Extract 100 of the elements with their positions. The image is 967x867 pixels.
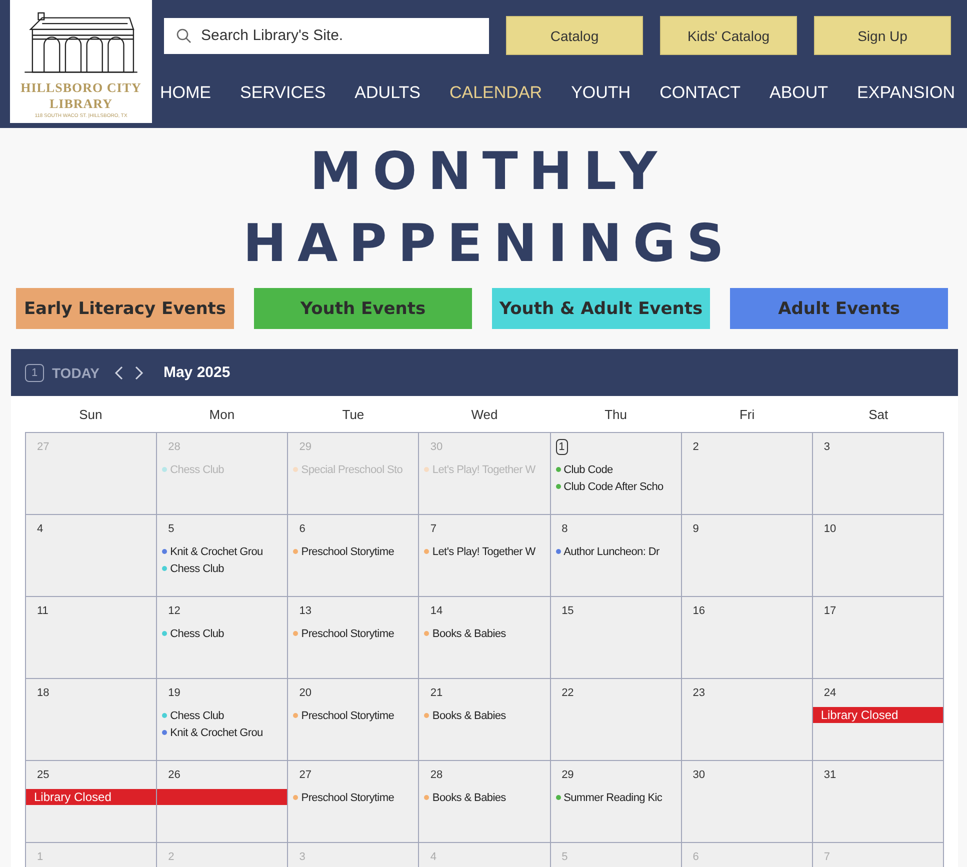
day-cell[interactable]: 23 — [682, 679, 813, 761]
day-cell[interactable]: 11 — [26, 597, 158, 679]
closure-banner[interactable]: Library Closed — [26, 789, 156, 805]
event-title[interactable]: Preschool Storytime — [301, 546, 394, 558]
day-cell[interactable]: 17 — [812, 597, 944, 679]
day-cell[interactable]: 26 — [157, 761, 288, 843]
event-title[interactable]: Summer Reading Kic — [564, 792, 662, 804]
header-button[interactable]: Sign Up — [814, 16, 951, 55]
day-number: 28 — [167, 440, 182, 455]
day-cell[interactable]: 6 Preschool Storytime — [288, 515, 420, 597]
weekday-label: Fri — [738, 406, 756, 422]
day-number: 1 — [36, 850, 44, 865]
event-title[interactable]: Knit & Crochet Grou — [170, 726, 263, 738]
day-cell[interactable]: 4 — [26, 515, 158, 597]
event-title[interactable]: Chess Club — [170, 710, 224, 722]
day-cell[interactable]: 16 — [682, 597, 813, 679]
day-number: 20 — [298, 686, 313, 701]
day-number: 2 — [167, 850, 176, 865]
day-number: 3 — [298, 850, 306, 865]
nav-link[interactable]: ABOUT — [769, 83, 828, 103]
day-number: 9 — [692, 522, 700, 537]
day-number: 5 — [167, 522, 176, 537]
category-button[interactable]: Youth & Adult Events — [492, 288, 710, 329]
day-number: 30 — [692, 768, 706, 783]
day-cell[interactable]: 1 Club Code Club Code After Scho — [550, 433, 682, 515]
day-cell[interactable]: 7 Let's Play! Together W — [419, 515, 551, 597]
event-title[interactable]: Club Code After Scho — [564, 480, 664, 492]
today-button[interactable]: TODAY — [52, 364, 100, 380]
day-number: 4 — [429, 850, 438, 865]
day-cell[interactable]: 25 Library Closed — [26, 761, 158, 843]
event-title[interactable]: Club Code — [564, 464, 613, 476]
day-cell[interactable]: 27 Preschool Storytime — [288, 761, 420, 843]
day-cell[interactable]: 3 — [812, 433, 944, 515]
nav-link[interactable]: EXPANSION — [857, 83, 955, 103]
day-number: 13 — [298, 604, 313, 619]
event-title[interactable]: Preschool Storytime — [301, 710, 394, 722]
month-label: May 2025 — [163, 364, 230, 381]
day-cell[interactable]: 15 — [550, 597, 682, 679]
nav-link[interactable]: HOME — [160, 83, 211, 103]
day-cell[interactable]: 20 Preschool Storytime — [288, 679, 420, 761]
event-title[interactable]: Books & Babies — [432, 792, 506, 804]
event-title[interactable]: Preschool Storytime — [301, 628, 394, 640]
event-title[interactable]: Chess Club — [170, 628, 224, 640]
event-title[interactable]: Books & Babies — [432, 710, 506, 722]
day-cell[interactable]: 10 — [812, 515, 944, 597]
day-number: 18 — [36, 686, 50, 701]
search-icon — [176, 28, 192, 44]
day-cell[interactable]: 18 — [26, 679, 158, 761]
day-cell[interactable]: 5 Knit & Crochet Grou Chess Club — [157, 515, 288, 597]
category-button[interactable]: Adult Events — [730, 288, 948, 329]
day-cell[interactable]: 31 — [812, 761, 944, 843]
header-button[interactable]: Kids' Catalog — [660, 16, 797, 55]
closure-banner[interactable]: Library Closed — [812, 707, 943, 723]
nav-link[interactable]: CONTACT — [660, 83, 740, 103]
event-title[interactable]: Knit & Crochet Grou — [170, 546, 263, 558]
day-number: 8 — [560, 522, 569, 537]
category-button[interactable]: Youth Events — [254, 288, 472, 329]
nav-link[interactable]: SERVICES — [240, 83, 326, 103]
search-field[interactable]: Search Library's Site. — [164, 18, 489, 54]
page-title: HAPPENINGS — [242, 213, 736, 276]
day-cell[interactable]: 29 Summer Reading Kic — [550, 761, 682, 843]
day-number: 7 — [822, 850, 831, 865]
day-cell[interactable]: 9 — [682, 515, 813, 597]
event-title[interactable]: Books & Babies — [432, 628, 506, 640]
weekday-label: Mon — [208, 406, 236, 422]
day-cell[interactable]: 12 Chess Club — [157, 597, 288, 679]
day-number: 24 — [822, 686, 838, 701]
day-cell[interactable]: 13 Preschool Storytime — [288, 597, 420, 679]
day-cell[interactable]: 2 — [682, 433, 813, 515]
day-number: 16 — [692, 604, 706, 619]
next-icon[interactable] — [133, 364, 146, 380]
day-cell[interactable]: 21 Books & Babies — [419, 679, 551, 761]
today-icon[interactable]: 1 — [25, 364, 44, 382]
event-title[interactable]: Chess Club — [170, 562, 224, 574]
day-cell[interactable]: 14 Books & Babies — [419, 597, 551, 679]
weekday-label: Tue — [341, 406, 366, 422]
nav-link[interactable]: CALENDAR — [449, 83, 542, 103]
event-title[interactable]: Preschool Storytime — [301, 792, 394, 804]
nav-link[interactable]: YOUTH — [571, 83, 631, 103]
day-cell[interactable]: 19 Chess Club Knit & Crochet Grou — [157, 679, 288, 761]
header-button[interactable]: Catalog — [506, 16, 643, 55]
day-number: 6 — [298, 522, 306, 537]
day-number: 25 — [36, 768, 50, 783]
day-number: 28 — [429, 768, 444, 783]
day-number: 11 — [36, 604, 50, 619]
day-cell[interactable]: 24 Library Closed — [812, 679, 944, 761]
day-cell[interactable]: 8 Author Luncheon: Dr — [550, 515, 682, 597]
nav-link[interactable]: ADULTS — [354, 83, 420, 103]
event-title[interactable]: Let's Play! Together W — [432, 546, 536, 558]
previous-icon[interactable] — [113, 364, 126, 380]
day-cell[interactable]: 22 — [550, 679, 682, 761]
day-cell[interactable]: 30 — [682, 761, 813, 843]
category-button[interactable]: Early Literacy Events — [16, 288, 234, 329]
event-title[interactable]: Author Luncheon: Dr — [564, 546, 660, 558]
day-number: 27 — [36, 440, 50, 455]
weekday-label: Sun — [78, 406, 104, 422]
day-number: 1 — [556, 439, 568, 455]
day-number: 17 — [822, 604, 838, 619]
day-number: 22 — [560, 686, 575, 701]
day-cell[interactable]: 28 Books & Babies — [419, 761, 551, 843]
